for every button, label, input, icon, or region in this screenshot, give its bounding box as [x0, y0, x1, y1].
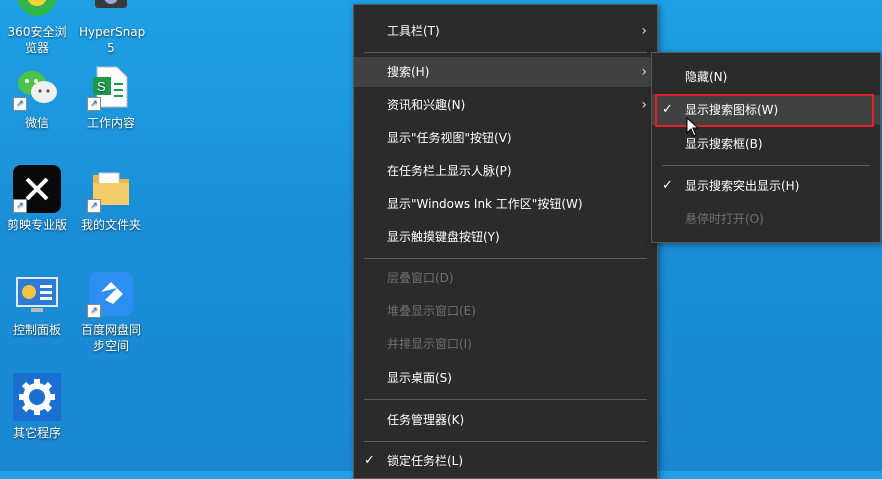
menu-item-show-people[interactable]: 在任务栏上显示人脉(P)	[354, 156, 657, 186]
desktop-icon-label: 360安全浏览器	[7, 25, 67, 55]
spreadsheet-file-icon: S ↗	[87, 63, 135, 111]
menu-separator	[364, 399, 647, 400]
shortcut-arrow-icon: ↗	[87, 304, 101, 318]
desktop-icon-label: 微信	[24, 116, 49, 130]
control-panel-icon	[13, 270, 61, 318]
menu-separator	[364, 52, 647, 53]
desktop-icon-label: 我的文件夹	[80, 218, 141, 232]
gear-icon	[13, 373, 61, 421]
menu-item-news-interests[interactable]: 资讯和兴趣(N) ›	[354, 90, 657, 120]
shortcut-arrow-icon: ↗	[87, 199, 101, 213]
desktop-icon-label: HyperSnap 5	[79, 25, 146, 55]
jianying-icon: ↗	[13, 165, 61, 213]
menu-item-cascade-windows: 层叠窗口(D)	[387, 271, 454, 285]
desktop-icon-control-panel[interactable]: 控制面板	[0, 270, 74, 338]
menu-item-task-view-button[interactable]: 显示"任务视图"按钮(V)	[354, 123, 657, 153]
menu-item-windows-ink-button[interactable]: 显示"Windows Ink 工作区"按钮(W)	[354, 189, 657, 219]
desktop-icon-other-programs[interactable]: 其它程序	[0, 373, 74, 441]
check-icon: ✓	[364, 453, 375, 468]
mouse-cursor-icon	[686, 117, 700, 137]
menu-item-stack-windows: 堆叠显示窗口(E)	[387, 304, 476, 318]
menu-item-touch-keyboard-button[interactable]: 显示触摸键盘按钮(Y)	[354, 222, 657, 252]
desktop-icon-360-browser[interactable]: 360安全浏览器	[0, 0, 74, 56]
submenu-item-hidden[interactable]: 隐藏(N)	[652, 62, 880, 92]
shortcut-arrow-icon: ↗	[13, 199, 27, 213]
menu-item-toolbars[interactable]: 工具栏(T) ›	[354, 16, 657, 46]
shortcut-arrow-icon: ↗	[87, 97, 101, 111]
chevron-right-icon: ›	[641, 97, 647, 113]
desktop-icon-hypersnap[interactable]: HyperSnap 5	[74, 0, 148, 56]
menu-separator	[364, 258, 647, 259]
shortcut-arrow-icon: ↗	[13, 97, 27, 111]
desktop-icon-label: 工作内容	[86, 116, 135, 130]
browser-icon	[13, 0, 61, 20]
desktop-icon-work-content[interactable]: S ↗ 工作内容	[74, 63, 148, 131]
check-icon: ✓	[662, 178, 673, 193]
wechat-icon: ↗	[13, 63, 61, 111]
menu-item-search[interactable]: 搜索(H) ›	[354, 57, 657, 87]
submenu-item-open-on-hover: 悬停时打开(O)	[685, 212, 764, 226]
menu-item-show-desktop[interactable]: 显示桌面(S)	[354, 363, 657, 393]
chevron-right-icon: ›	[641, 23, 647, 39]
menu-separator	[662, 165, 870, 166]
desktop-icon-label: 控制面板	[12, 323, 61, 337]
svg-text:S: S	[97, 79, 106, 94]
taskbar-context-menu: 工具栏(T) › 搜索(H) › 资讯和兴趣(N) › 显示"任务视图"按钮(V…	[353, 4, 658, 479]
desktop-icon-baidu-sync[interactable]: ↗ 百度网盘同步空间	[74, 270, 148, 354]
camera-icon	[87, 0, 135, 20]
baidu-netdisk-sync-icon: ↗	[87, 270, 135, 318]
menu-separator	[364, 441, 647, 442]
desktop-icon-label: 其它程序	[12, 426, 61, 440]
menu-item-task-manager[interactable]: 任务管理器(K)	[354, 405, 657, 435]
desktop-icon-label: 百度网盘同步空间	[80, 323, 141, 353]
search-submenu: 隐藏(N) ✓ 显示搜索图标(W) 显示搜索框(B) ✓ 显示搜索突出显示(H)…	[651, 52, 881, 243]
menu-item-lock-taskbar[interactable]: ✓ 锁定任务栏(L)	[354, 446, 657, 476]
desktop-icon-label: 剪映专业版	[6, 218, 67, 232]
desktop-icon-wechat[interactable]: ↗ 微信	[0, 63, 74, 131]
desktop-icon-my-folder[interactable]: ↗ 我的文件夹	[74, 165, 148, 233]
chevron-right-icon: ›	[641, 64, 647, 80]
folder-icon: ↗	[87, 165, 135, 213]
submenu-item-search-highlights[interactable]: ✓ 显示搜索突出显示(H)	[652, 171, 880, 201]
menu-item-side-by-side: 并排显示窗口(I)	[387, 337, 472, 351]
desktop-icon-jianying[interactable]: ↗ 剪映专业版	[0, 165, 74, 233]
